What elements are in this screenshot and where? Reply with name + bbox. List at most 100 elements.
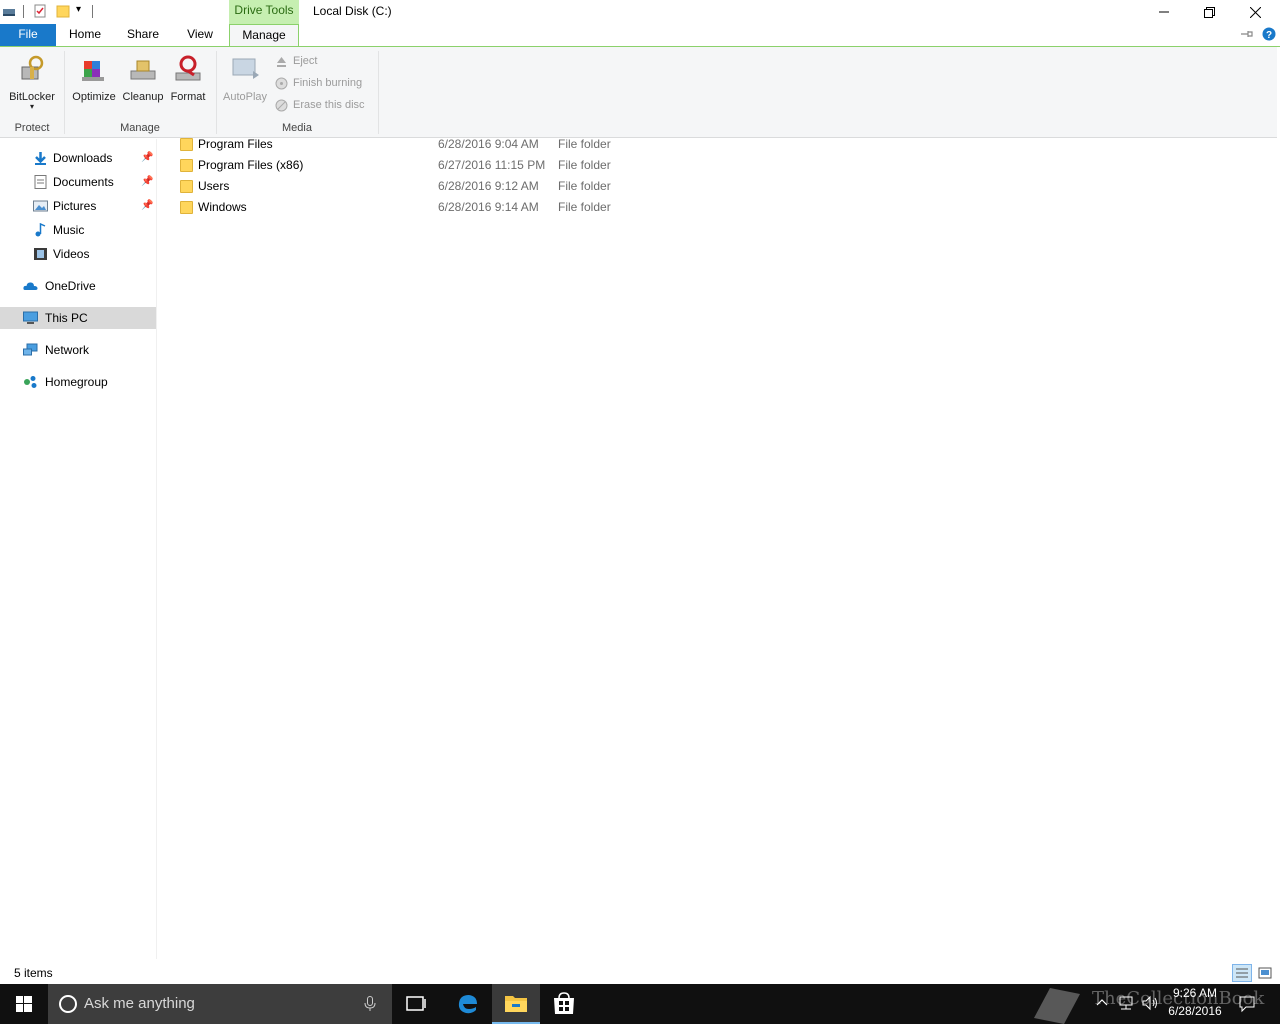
onedrive-icon	[23, 282, 38, 290]
tab-view[interactable]: View	[178, 24, 222, 46]
edge-button[interactable]	[444, 984, 492, 1024]
large-icons-view-icon[interactable]	[1255, 964, 1275, 982]
drive-tools-context-label: Drive Tools	[229, 0, 299, 24]
file-name: Program Files	[198, 137, 273, 151]
status-bar: 5 items	[0, 962, 1280, 984]
taskbar: Ask me anything TheCollectionBook 9:26 A…	[0, 984, 1280, 1024]
search-placeholder: Ask me anything	[84, 995, 195, 1012]
nav-item-downloads[interactable]: Downloads 📌	[0, 147, 156, 169]
format-icon	[175, 55, 201, 81]
network-tray-icon[interactable]	[1118, 995, 1134, 1011]
computer-icon	[23, 311, 38, 324]
nav-item-documents[interactable]: Documents 📌	[0, 171, 156, 193]
group-label-manage: Manage	[120, 122, 160, 134]
pin-icon: 📌	[141, 176, 154, 187]
disc-burn-icon	[275, 77, 288, 90]
nav-item-videos[interactable]: Videos	[0, 243, 156, 265]
navigation-pane: Downloads 📌 Documents 📌 Pictures 📌 Music…	[0, 139, 157, 959]
erase-disc-button[interactable]: Erase this disc	[274, 96, 365, 114]
tab-home[interactable]: Home	[62, 24, 108, 46]
store-button[interactable]	[540, 984, 588, 1024]
qat-separator	[23, 5, 24, 18]
eject-label: Eject	[293, 55, 318, 67]
file-row[interactable]: Program Files 6/28/2016 9:04 AM File fol…	[160, 134, 1277, 155]
drive-icon[interactable]	[2, 4, 16, 18]
file-date: 6/28/2016 9:14 AM	[438, 200, 539, 214]
nav-item-network[interactable]: Network	[0, 339, 156, 361]
nav-item-pictures[interactable]: Pictures 📌	[0, 195, 156, 217]
file-date: 6/27/2016 11:15 PM	[438, 158, 546, 172]
tab-file[interactable]: File	[0, 24, 56, 46]
file-name: Windows	[198, 200, 247, 214]
pictures-icon	[33, 200, 48, 212]
optimize-button[interactable]: Optimize	[70, 53, 118, 113]
cleanup-button[interactable]: Cleanup	[120, 53, 166, 113]
cleanup-label: Cleanup	[122, 91, 164, 103]
autoplay-icon	[232, 58, 259, 79]
format-button[interactable]: Format	[168, 53, 208, 113]
store-icon	[554, 992, 574, 1014]
file-type: File folder	[558, 137, 611, 151]
optimize-icon	[82, 61, 104, 81]
task-view-icon	[406, 996, 426, 1011]
customize-qat-icon[interactable]: ▾	[76, 4, 81, 15]
help-icon[interactable]: ?	[1262, 27, 1276, 41]
finish-burning-button[interactable]: Finish burning	[274, 74, 362, 92]
eject-button[interactable]: Eject	[274, 52, 317, 70]
restore-icon	[1203, 6, 1215, 18]
microphone-icon[interactable]	[364, 996, 376, 1012]
nav-label: Network	[45, 343, 90, 357]
details-view-icon[interactable]	[1232, 964, 1252, 982]
clock-date[interactable]: 6/28/2016	[1140, 1004, 1250, 1018]
nav-item-this-pc[interactable]: This PC	[0, 307, 156, 329]
clock-time[interactable]: 9:26 AM	[1140, 986, 1250, 1000]
nav-label: Videos	[53, 247, 90, 261]
ribbon-tabs: File Home Share View Manage ?	[0, 24, 1280, 47]
item-count: 5 items	[14, 966, 53, 980]
file-type: File folder	[558, 200, 611, 214]
new-folder-icon[interactable]	[56, 4, 70, 18]
nav-item-music[interactable]: Music	[0, 219, 156, 241]
nav-label: Homegroup	[45, 375, 108, 389]
properties-icon[interactable]	[33, 4, 47, 18]
show-hidden-icons-icon[interactable]	[1096, 996, 1108, 1010]
nav-label: Downloads	[53, 151, 113, 165]
tab-share[interactable]: Share	[120, 24, 166, 46]
file-row[interactable]: Program Files (x86) 6/27/2016 11:15 PM F…	[160, 155, 1277, 176]
close-icon	[1249, 6, 1261, 18]
minimize-button[interactable]	[1141, 0, 1187, 24]
nav-item-onedrive[interactable]: OneDrive	[0, 275, 156, 297]
file-type: File folder	[558, 179, 611, 193]
restore-button[interactable]	[1186, 0, 1232, 24]
documents-icon	[34, 175, 47, 189]
downloads-icon	[35, 152, 46, 165]
pin-ribbon-icon[interactable]	[1240, 28, 1254, 40]
action-center-icon[interactable]	[1238, 995, 1256, 1013]
close-button[interactable]	[1232, 0, 1278, 24]
bitlocker-button[interactable]: BitLocker ▾	[4, 53, 60, 113]
tab-manage[interactable]: Manage	[229, 24, 299, 47]
file-row[interactable]: Windows 6/28/2016 9:14 AM File folder	[160, 197, 1277, 218]
homegroup-icon	[24, 376, 37, 388]
file-date: 6/28/2016 9:12 AM	[438, 179, 539, 193]
optimize-label: Optimize	[72, 91, 116, 103]
eject-icon	[277, 57, 286, 67]
network-icon	[23, 343, 38, 356]
start-button[interactable]	[0, 984, 48, 1024]
nav-label: Documents	[53, 175, 114, 189]
search-box[interactable]: Ask me anything	[48, 984, 392, 1024]
autoplay-button[interactable]: AutoPlay	[220, 53, 270, 113]
file-row[interactable]: Users 6/28/2016 9:12 AM File folder	[160, 176, 1277, 197]
nav-item-homegroup[interactable]: Homegroup	[0, 371, 156, 393]
folder-icon	[180, 201, 193, 214]
minimize-icon	[1159, 11, 1169, 13]
cleanup-icon	[130, 60, 156, 80]
folder-icon	[180, 138, 193, 151]
pin-icon: 📌	[141, 200, 154, 211]
file-explorer-button[interactable]	[492, 984, 540, 1024]
pin-icon: 📌	[141, 152, 154, 163]
task-view-button[interactable]	[392, 984, 440, 1024]
autoplay-label: AutoPlay	[222, 91, 268, 103]
file-name: Program Files (x86)	[198, 158, 304, 172]
file-name: Users	[198, 179, 230, 193]
